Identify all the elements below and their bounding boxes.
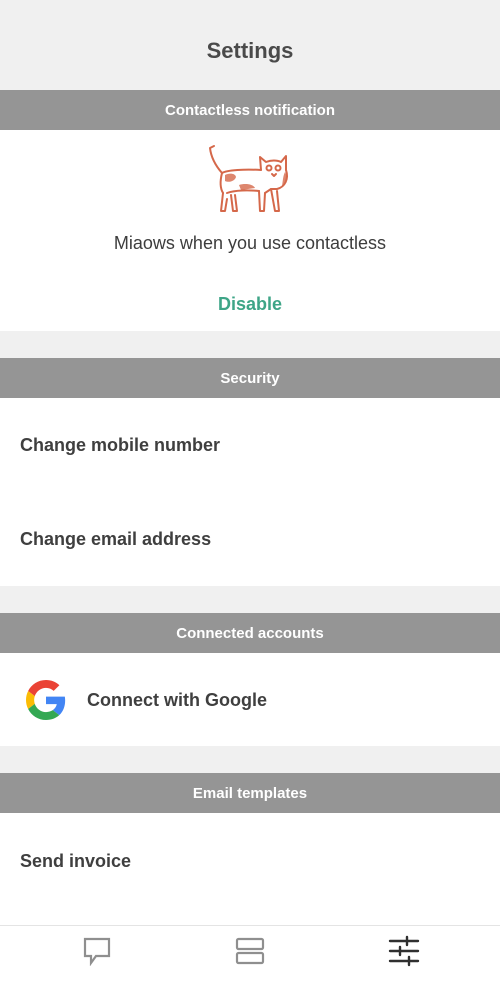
section-header-email-templates: Email templates <box>0 773 500 813</box>
contactless-panel: Miaows when you use contactless Disable <box>0 130 500 331</box>
send-invoice-label: Send invoice <box>20 850 132 871</box>
page-title: Settings <box>206 38 294 63</box>
section-header-security: Security <box>0 358 500 398</box>
bottom-tab-bar <box>0 925 500 1001</box>
change-mobile-number-label: Change mobile number <box>20 434 221 455</box>
google-logo-icon <box>26 680 66 720</box>
connected-accounts-panel: Connect with Google <box>0 653 500 746</box>
chat-icon <box>83 937 111 966</box>
tab-layout[interactable] <box>167 926 333 976</box>
send-invoice-item[interactable]: Send invoice <box>0 816 500 906</box>
email-templates-panel: Send invoice <box>0 813 500 925</box>
change-email-address-item[interactable]: Change email address <box>0 494 500 584</box>
sliders-icon <box>388 935 420 967</box>
change-mobile-number-item[interactable]: Change mobile number <box>0 400 500 490</box>
cat-illustration <box>209 145 288 212</box>
disable-button[interactable]: Disable <box>200 294 300 315</box>
change-email-address-label: Change email address <box>20 528 212 549</box>
layout-icon <box>235 937 265 965</box>
section-header-contactless: Contactless notification <box>0 90 500 130</box>
contactless-description: Miaows when you use contactless <box>113 233 387 253</box>
connect-google-label: Connect with Google <box>87 689 267 710</box>
tab-chat[interactable] <box>14 926 180 976</box>
top-bar: Settings <box>0 0 500 90</box>
security-panel: Change mobile number Change email addres… <box>0 398 500 586</box>
tab-settings[interactable] <box>321 926 487 976</box>
section-header-connected-accounts: Connected accounts <box>0 613 500 653</box>
connect-google-item[interactable]: Connect with Google <box>0 655 500 745</box>
